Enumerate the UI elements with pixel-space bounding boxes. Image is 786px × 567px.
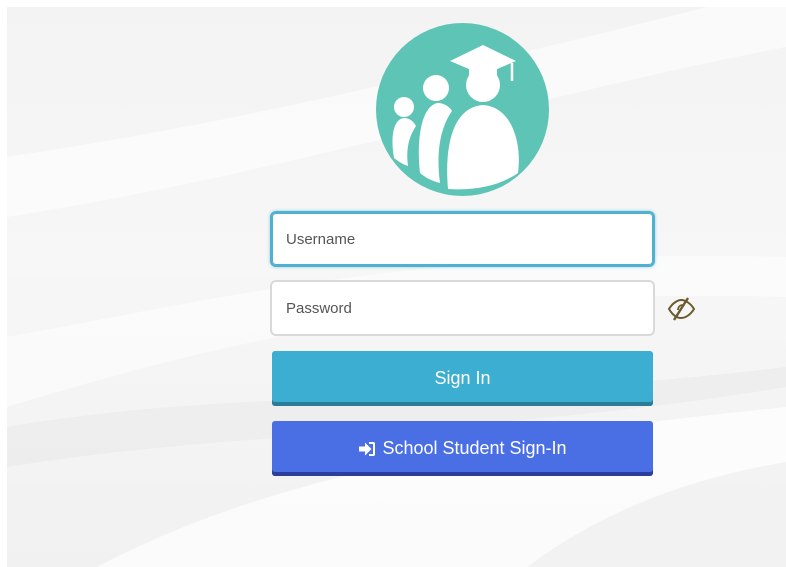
school-logo (376, 23, 549, 196)
login-page: Sign In School Student Sign-In (0, 0, 786, 567)
graduation-family-icon (376, 23, 549, 196)
sign-in-label: Sign In (434, 368, 491, 388)
eye-slash-icon (667, 297, 696, 321)
school-student-sign-in-label: School Student Sign-In (382, 438, 567, 458)
sign-in-arrow-icon (358, 440, 376, 458)
password-input[interactable] (270, 280, 655, 336)
username-input[interactable] (270, 211, 655, 267)
school-student-sign-in-button[interactable]: School Student Sign-In (272, 421, 653, 476)
sign-in-button[interactable]: Sign In (272, 351, 653, 406)
toggle-password-visibility[interactable] (666, 296, 696, 322)
